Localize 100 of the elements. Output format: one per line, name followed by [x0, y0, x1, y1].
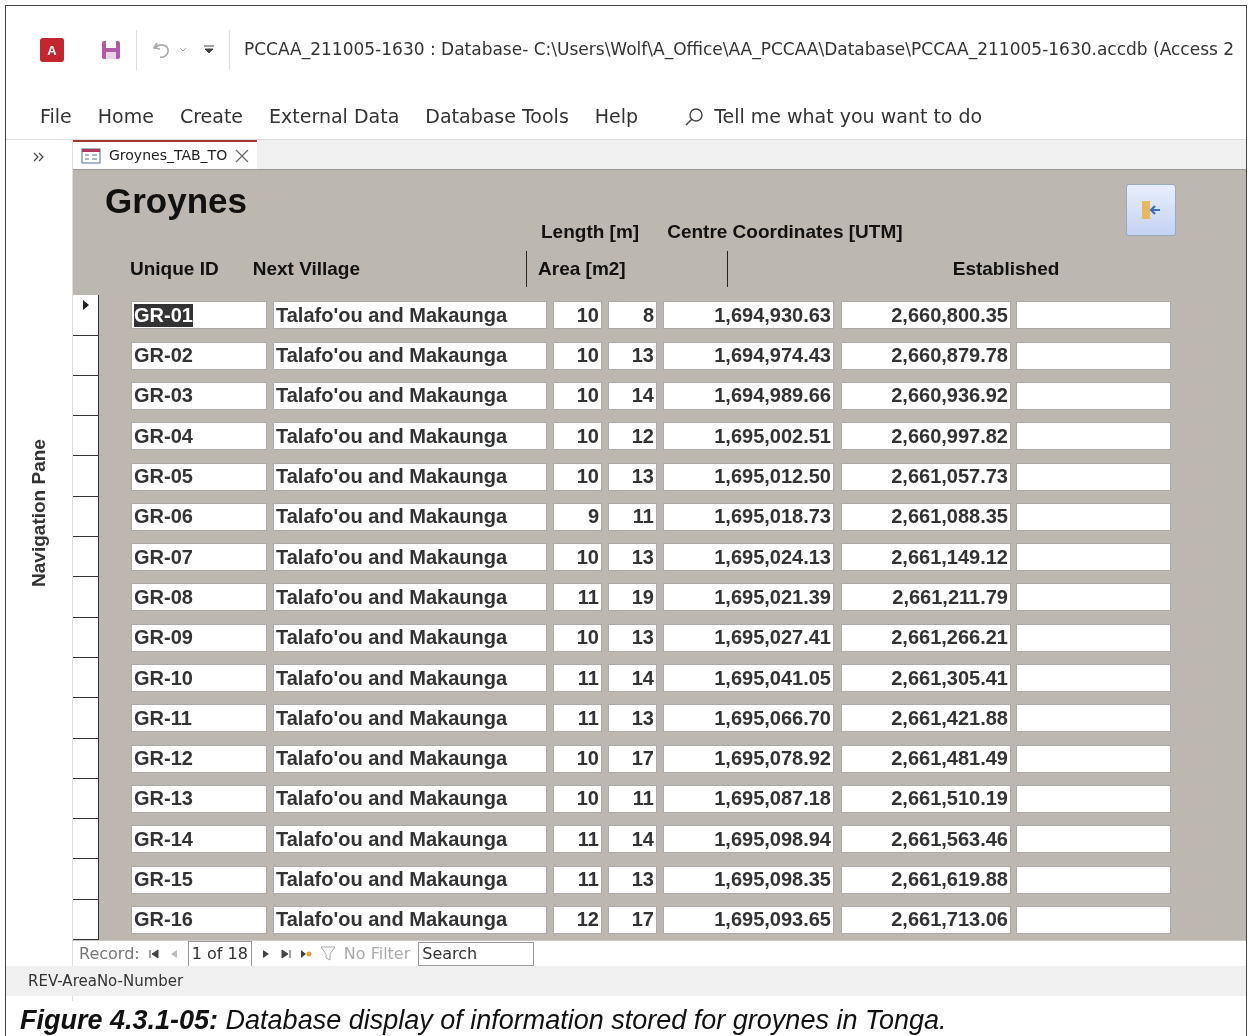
northing-cell[interactable]: 2,660,997.82	[841, 422, 1011, 451]
established-cell[interactable]	[1016, 623, 1171, 652]
id-cell[interactable]: GR-14	[131, 825, 267, 854]
established-cell[interactable]	[1016, 744, 1171, 773]
id-cell[interactable]: GR-03	[131, 382, 267, 410]
easting-cell[interactable]: 1,694,930.63	[663, 301, 834, 330]
village-cell[interactable]: Talafo'ou and Makaunga	[273, 744, 547, 773]
menu-item[interactable]: File	[40, 102, 72, 131]
length-cell[interactable]: 11	[553, 865, 602, 894]
northing-cell[interactable]: 2,661,266.21	[841, 623, 1011, 652]
area-cell[interactable]: 17	[608, 744, 657, 773]
record-selector[interactable]	[73, 577, 99, 618]
easting-cell[interactable]: 1,695,012.50	[663, 462, 834, 491]
record-selector[interactable]	[73, 537, 99, 578]
length-cell[interactable]: 11	[553, 583, 602, 612]
village-cell[interactable]: Talafo'ou and Makaunga	[273, 422, 547, 451]
area-cell[interactable]: 13	[608, 865, 657, 894]
established-cell[interactable]	[1016, 462, 1171, 491]
easting-cell[interactable]: 1,695,021.39	[663, 583, 834, 612]
village-cell[interactable]: Talafo'ou and Makaunga	[273, 341, 547, 370]
length-cell[interactable]: 10	[553, 744, 602, 773]
northing-cell[interactable]: 2,661,510.19	[841, 784, 1011, 813]
id-cell[interactable]: GR-16	[131, 905, 267, 934]
menu-item[interactable]: Create	[179, 102, 244, 131]
length-cell[interactable]: 10	[553, 341, 602, 370]
easting-cell[interactable]: 1,695,018.73	[663, 502, 834, 531]
area-cell[interactable]: 19	[608, 583, 657, 612]
northing-cell[interactable]: 2,661,057.73	[841, 462, 1011, 491]
established-cell[interactable]	[1016, 825, 1171, 854]
northing-cell[interactable]: 2,661,149.12	[841, 543, 1011, 572]
northing-cell[interactable]: 2,660,879.78	[841, 341, 1011, 370]
length-cell[interactable]: 10	[553, 301, 602, 330]
village-cell[interactable]: Talafo'ou and Makaunga	[273, 905, 547, 934]
area-cell[interactable]: 13	[608, 341, 657, 370]
record-selector[interactable]	[73, 778, 99, 820]
established-cell[interactable]	[1016, 583, 1171, 612]
id-cell[interactable]: GR-07	[131, 543, 267, 572]
area-cell[interactable]: 13	[608, 543, 657, 572]
village-cell[interactable]: Talafo'ou and Makaunga	[273, 704, 547, 733]
record-selector[interactable]	[73, 859, 99, 900]
easting-cell[interactable]: 1,695,093.65	[663, 905, 834, 934]
northing-cell[interactable]: 2,661,713.06	[841, 905, 1011, 934]
area-cell[interactable]: 8	[608, 301, 657, 330]
length-cell[interactable]: 10	[553, 462, 602, 491]
easting-cell[interactable]: 1,694,989.66	[663, 382, 834, 410]
id-cell[interactable]: GR-09	[131, 623, 267, 652]
record-selector[interactable]	[73, 819, 99, 860]
northing-cell[interactable]: 2,661,211.79	[841, 583, 1011, 612]
area-cell[interactable]: 17	[608, 905, 657, 934]
area-cell[interactable]: 11	[608, 502, 657, 531]
established-cell[interactable]	[1016, 341, 1171, 370]
northing-cell[interactable]: 2,660,936.92	[841, 382, 1011, 410]
northing-cell[interactable]: 2,661,619.88	[841, 865, 1011, 894]
established-cell[interactable]	[1016, 502, 1171, 531]
established-cell[interactable]	[1016, 704, 1171, 733]
length-cell[interactable]: 11	[553, 825, 602, 854]
search-field[interactable]: Search	[418, 941, 535, 966]
established-cell[interactable]	[1016, 301, 1171, 330]
record-selector[interactable]	[73, 496, 99, 538]
northing-cell[interactable]: 2,661,088.35	[841, 502, 1011, 531]
length-cell[interactable]: 11	[553, 664, 602, 693]
expand-icon[interactable]	[33, 152, 45, 162]
established-cell[interactable]	[1016, 784, 1171, 813]
village-cell[interactable]: Talafo'ou and Makaunga	[273, 583, 547, 612]
length-cell[interactable]: 10	[553, 422, 602, 451]
menu-item[interactable]: External Data	[269, 102, 400, 131]
easting-cell[interactable]: 1,694,974.43	[663, 341, 834, 370]
northing-cell[interactable]: 2,661,421.88	[841, 704, 1011, 733]
area-cell[interactable]: 13	[608, 462, 657, 491]
id-cell[interactable]: GR-06	[131, 502, 267, 531]
record-selector[interactable]	[73, 899, 99, 940]
id-cell[interactable]: GR-12	[131, 744, 267, 773]
length-cell[interactable]: 11	[553, 704, 602, 733]
village-cell[interactable]: Talafo'ou and Makaunga	[273, 543, 547, 572]
id-cell[interactable]: GR-15	[131, 865, 267, 894]
area-cell[interactable]: 13	[608, 704, 657, 733]
northing-cell[interactable]: 2,661,563.46	[841, 825, 1011, 854]
record-selector[interactable]	[73, 456, 99, 497]
easting-cell[interactable]: 1,695,027.41	[663, 623, 834, 652]
village-cell[interactable]: Talafo'ou and Makaunga	[273, 382, 547, 410]
id-cell[interactable]: GR-10	[131, 664, 267, 693]
area-cell[interactable]: 14	[608, 825, 657, 854]
established-cell[interactable]	[1016, 865, 1171, 894]
first-record-icon[interactable]	[147, 947, 160, 960]
id-cell[interactable]: GR-02	[131, 341, 267, 370]
id-cell[interactable]: GR-05	[131, 462, 267, 491]
record-selector[interactable]	[73, 698, 99, 739]
area-cell[interactable]: 14	[608, 664, 657, 693]
customize-icon[interactable]	[203, 45, 215, 55]
established-cell[interactable]	[1016, 905, 1171, 934]
new-record-icon[interactable]	[299, 947, 312, 960]
id-cell[interactable]: GR-01	[131, 301, 267, 330]
easting-cell[interactable]: 1,695,098.94	[663, 825, 834, 854]
area-cell[interactable]: 13	[608, 623, 657, 652]
northing-cell[interactable]: 2,661,305.41	[841, 664, 1011, 693]
established-cell[interactable]	[1016, 382, 1171, 410]
village-cell[interactable]: Talafo'ou and Makaunga	[273, 502, 547, 531]
menu-item[interactable]: Help	[594, 102, 639, 131]
village-cell[interactable]: Talafo'ou and Makaunga	[273, 664, 547, 693]
length-cell[interactable]: 10	[553, 784, 602, 813]
